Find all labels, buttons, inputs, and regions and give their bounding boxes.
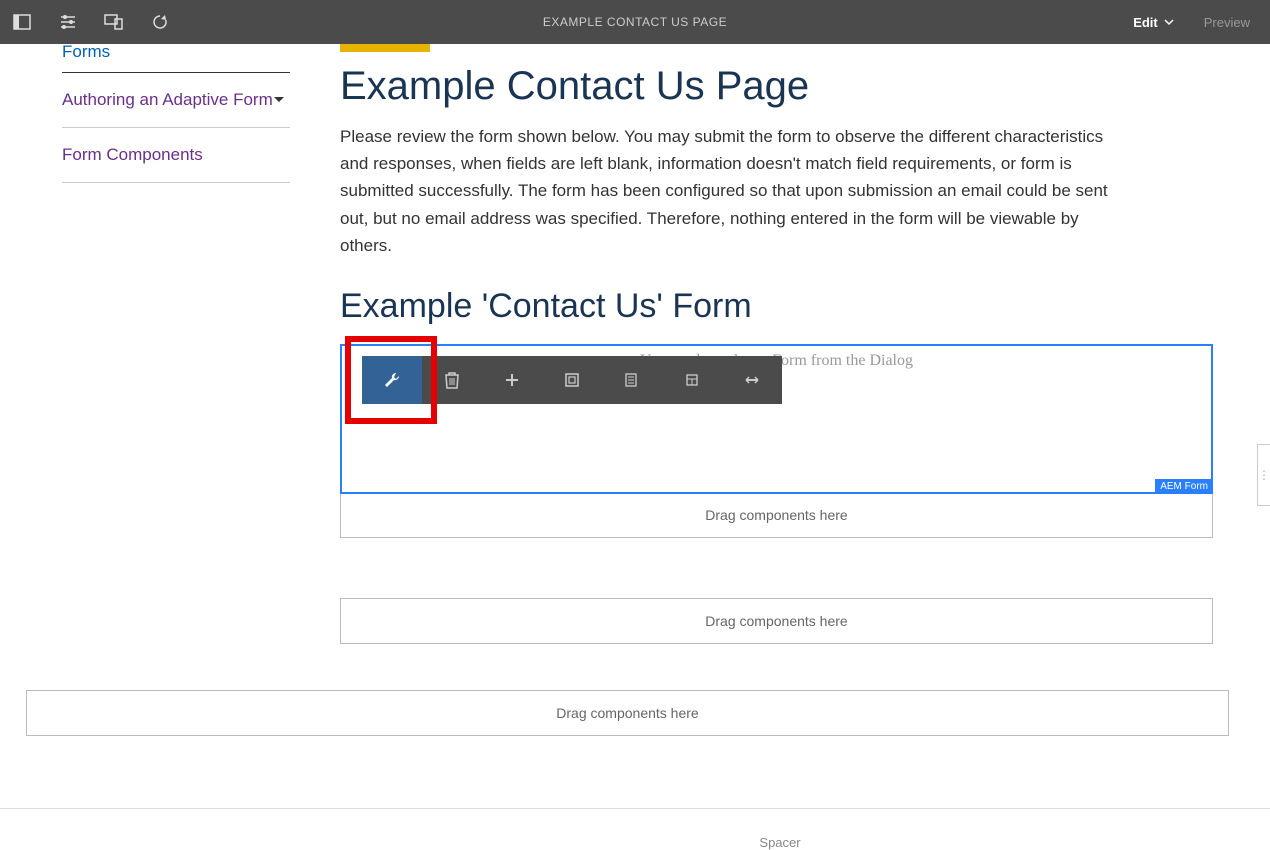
wrench-icon[interactable] [362,356,422,404]
preview-button[interactable]: Preview [1204,15,1250,30]
drag-handle-icon [1258,466,1270,484]
sliders-icon[interactable] [56,10,80,34]
chevron-down-icon [274,97,284,102]
chevron-down-icon [1164,17,1174,27]
content-area: Forms Authoring an Adaptive Form Form Co… [0,44,1270,809]
expand-icon[interactable] [722,356,782,404]
devices-icon[interactable] [102,10,126,34]
drop-zone-label: Drag components here [341,599,1212,643]
edit-mode-button[interactable]: Edit [1133,15,1174,30]
sidebar-item-label: Authoring an Adaptive Form [62,88,273,112]
side-panel-handle[interactable] [1257,444,1270,506]
drop-zone-inner[interactable]: Drag components here [341,493,1212,537]
page-heading: Example Contact Us Page [340,64,1250,109]
sidebar-heading: Forms [62,42,290,73]
group-icon[interactable] [542,356,602,404]
edit-label: Edit [1133,15,1158,30]
panel-toggle-icon[interactable] [10,10,34,34]
add-icon[interactable] [482,356,542,404]
section-heading: Example 'Contact Us' Form [340,287,1250,326]
drop-zone-full[interactable]: Drag components here [26,690,1229,736]
page-description: Please review the form shown below. You … [340,123,1130,259]
page-title-toolbar: EXAMPLE CONTACT US PAGE [543,15,727,29]
drop-zone-mid[interactable]: Drag components here [340,598,1213,644]
parent-icon[interactable] [662,356,722,404]
accent-bar [340,44,430,52]
main-content: Example Contact Us Page Please review th… [290,44,1270,808]
spacer-label: Spacer [759,835,800,850]
app-toolbar: EXAMPLE CONTACT US PAGE Edit Preview [0,0,1270,44]
drop-zone-label: Drag components here [27,691,1228,735]
sidebar-item-components[interactable]: Form Components [62,128,290,183]
aem-form-badge: AEM Form [1155,479,1213,494]
copy-icon[interactable] [602,356,662,404]
component-toolbar [362,356,782,404]
sidebar-item-authoring[interactable]: Authoring an Adaptive Form [62,73,290,128]
sidebar-item-label: Form Components [62,143,203,167]
delete-icon[interactable] [422,356,482,404]
refresh-icon[interactable] [148,10,172,34]
